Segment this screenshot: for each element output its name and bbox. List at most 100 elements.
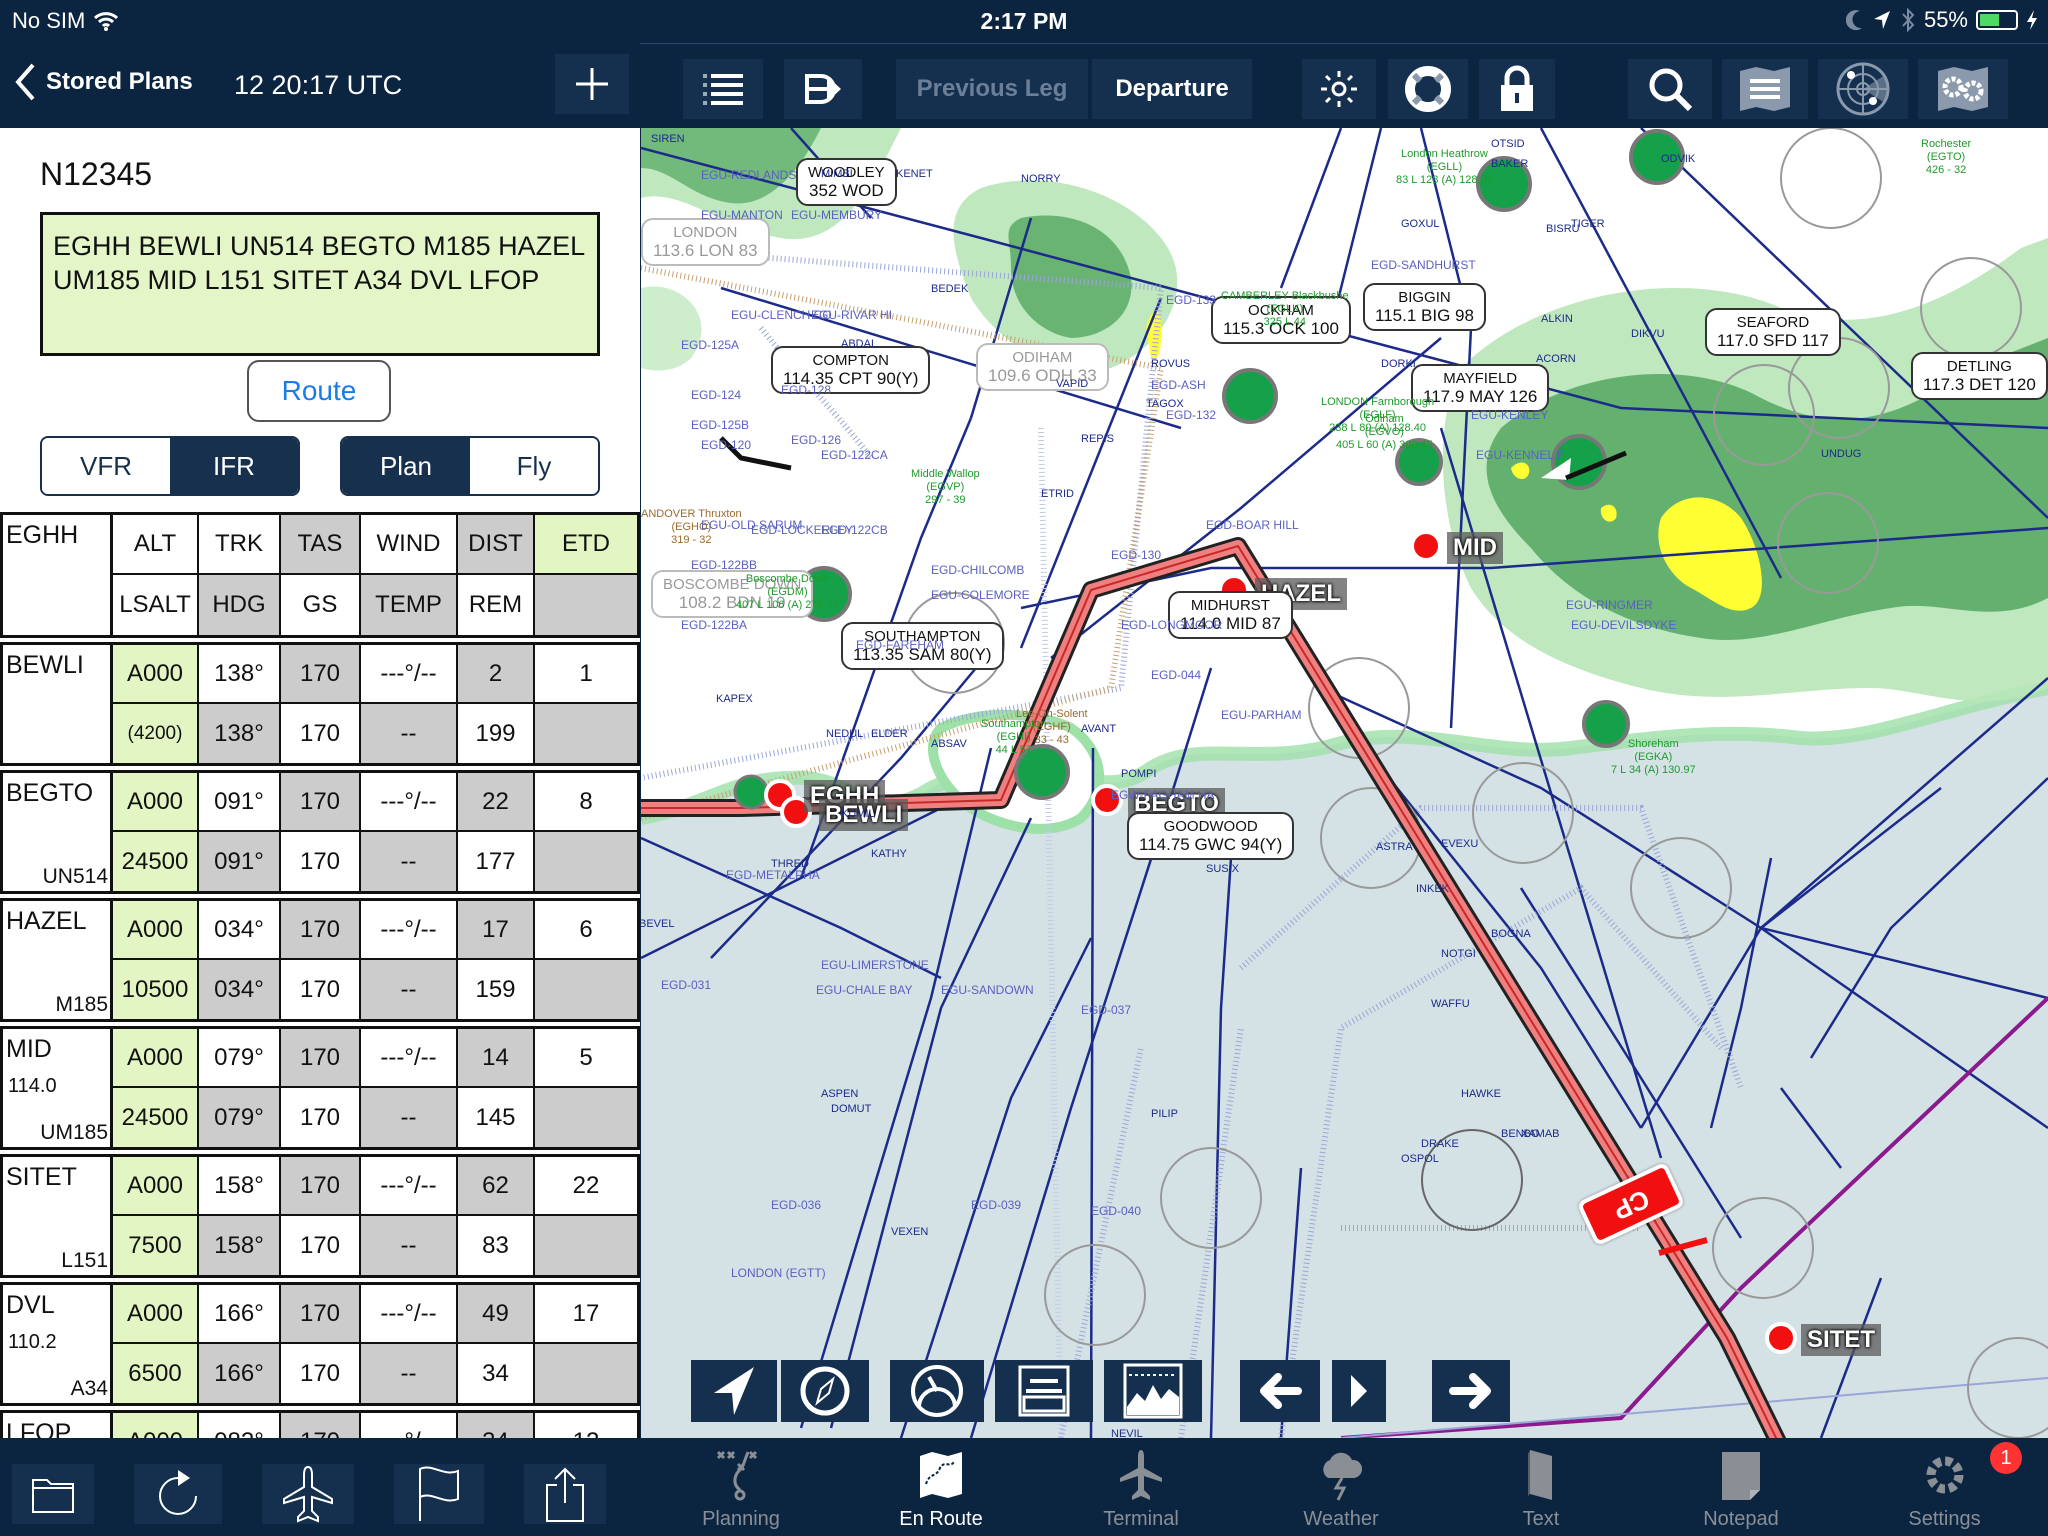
waypoint-cell[interactable]: DVL 110.2 A34	[3, 1285, 113, 1403]
navaid-label[interactable]: SEAFORD 117.0 SFD 117	[1705, 308, 1841, 356]
track-up-button[interactable]	[691, 1360, 777, 1422]
previous-leg-button[interactable]: Previous Leg	[896, 59, 1088, 119]
navaid-label[interactable]: WOODLEY 352 WOD	[796, 158, 897, 206]
enroute-chart-map[interactable]: EGHH BEWLI BEGTO HAZEL MID SITET CP SOUT…	[641, 128, 2048, 1438]
instrument-panel-button[interactable]	[995, 1360, 1093, 1422]
compass-button[interactable]	[781, 1360, 869, 1422]
flag-button[interactable]	[394, 1464, 484, 1524]
nav-log-row[interactable]: SITET L151 A000 158° 170 ---°/-- 62 22 7500 158°…	[0, 1154, 640, 1278]
fix-label[interactable]: KATHY	[871, 848, 907, 860]
nav-log-row[interactable]: HAZEL M185 A000 034° 170 ---°/-- 17 6 10500 034°…	[0, 898, 640, 1022]
navaid-label[interactable]: ODIHAM 109.6 ODH 33	[976, 343, 1109, 391]
airport-label[interactable]: Middle Wallop (EGVP) 297 - 39	[911, 468, 980, 507]
next-button[interactable]	[1432, 1360, 1510, 1422]
stored-plans-back-button[interactable]: Stored Plans	[14, 62, 193, 102]
tab-weather[interactable]: Weather	[1241, 1438, 1441, 1536]
fix-label[interactable]: VAPID	[1056, 378, 1088, 390]
fix-label[interactable]: SIREN	[651, 133, 685, 145]
fix-label[interactable]: ASTRA	[1376, 841, 1413, 853]
airport-label[interactable]: Shoreham (EGKA) 7 L 34 (A) 130.97	[1611, 738, 1696, 777]
cell-lsalt[interactable]: 10500	[113, 960, 199, 1019]
waypoint-cell[interactable]: BEGTO UN514	[3, 773, 113, 891]
fix-label[interactable]: ROVUS	[1151, 358, 1190, 370]
route-string-field[interactable]: EGHH BEWLI UN514 BEGTO M185 HAZEL UM185 …	[40, 212, 600, 356]
route-button[interactable]: Route	[247, 360, 391, 422]
map-layers-button[interactable]	[1722, 59, 1808, 119]
fly-option[interactable]: Fly	[470, 438, 598, 494]
ifr-option[interactable]: IFR	[170, 438, 298, 494]
radar-button[interactable]	[1818, 59, 1908, 119]
fix-label[interactable]: PILIP	[1151, 1108, 1178, 1120]
fix-label[interactable]: BEDEK	[931, 283, 968, 295]
waypoint-cell[interactable]: HAZEL M185	[3, 901, 113, 1019]
nav-log-row[interactable]: LFOP A000082°170---°/--3412	[0, 1410, 640, 1438]
fix-label[interactable]: ODVIK	[1661, 153, 1695, 165]
fix-label[interactable]: VEXEN	[891, 1226, 928, 1238]
add-plan-button[interactable]	[555, 54, 629, 114]
nav-log-list-button[interactable]	[683, 59, 763, 119]
navaid-label[interactable]: GOODWOOD 114.75 GWC 94(Y)	[1127, 812, 1295, 860]
cell-alt[interactable]: A000	[113, 645, 199, 704]
fix-label[interactable]: GOXUL	[1401, 218, 1440, 230]
tab-notepad[interactable]: Notepad	[1641, 1438, 1841, 1536]
fix-label[interactable]: WAFFU	[1431, 998, 1470, 1010]
fix-label[interactable]: DOMUT	[831, 1103, 871, 1115]
fix-label[interactable]: ABDAL	[841, 338, 877, 350]
fix-label[interactable]: ASPEN	[821, 1088, 858, 1100]
airport-label[interactable]: CAMBERLEY Blackbushe (EGLK) 325 L 44	[1221, 290, 1349, 329]
fix-label[interactable]: NEDUL	[826, 728, 863, 740]
fix-label[interactable]: BAKER	[1491, 158, 1528, 170]
cell-lsalt[interactable]: (4200)	[113, 704, 199, 763]
fix-label[interactable]: DIKVU	[1631, 328, 1665, 340]
direct-to-button[interactable]	[784, 59, 862, 119]
fix-label[interactable]: POMPI	[1121, 768, 1156, 780]
tab-en-route[interactable]: En Route	[841, 1438, 1041, 1536]
tab-settings[interactable]: Settings 1	[1841, 1438, 2048, 1536]
plan-option[interactable]: Plan	[342, 438, 470, 494]
cell-lsalt[interactable]: 7500	[113, 1216, 199, 1275]
aircraft-button[interactable]	[262, 1464, 354, 1524]
navaid-label[interactable]: BIGGIN 115.1 BIG 98	[1363, 283, 1486, 331]
fix-label[interactable]: UNDUG	[1821, 448, 1861, 460]
fix-label[interactable]: OSPOL	[1401, 1153, 1439, 1165]
fix-label[interactable]: EVEXU	[1441, 838, 1478, 850]
previous-button[interactable]	[1240, 1360, 1320, 1422]
brightness-button[interactable]	[1302, 59, 1376, 119]
fix-label[interactable]: KENET	[896, 168, 933, 180]
fix-label[interactable]: ALKIN	[1541, 313, 1573, 325]
fix-label[interactable]: REPIS	[1081, 433, 1114, 445]
folder-button[interactable]	[12, 1464, 94, 1524]
navaid-label[interactable]: LONDON 113.6 LON 83	[641, 218, 770, 266]
map-settings-button[interactable]	[1918, 59, 2008, 119]
vfr-option[interactable]: VFR	[42, 438, 170, 494]
cell-alt[interactable]: A000	[113, 1157, 199, 1216]
fix-label[interactable]: NOTGI	[1441, 948, 1476, 960]
fix-label[interactable]: OTSID	[1491, 138, 1525, 150]
fix-label[interactable]: KUMIL	[841, 808, 875, 820]
instrument-gauge-button[interactable]	[890, 1360, 984, 1422]
emergency-button[interactable]	[1388, 59, 1468, 119]
airport-label[interactable]: Rochester (EGTO) 426 - 32	[1921, 138, 1971, 177]
fix-label[interactable]: MIMBI	[821, 168, 853, 180]
search-button[interactable]	[1628, 59, 1712, 119]
tab-planning[interactable]: Planning	[641, 1438, 841, 1536]
waypoint-cell[interactable]: LFOP	[3, 1413, 113, 1438]
nav-log-row[interactable]: BEGTO UN514 A000 091° 170 ---°/-- 22 8 24500 091…	[0, 770, 640, 894]
fix-label[interactable]: NEVIL	[1111, 1428, 1143, 1438]
lock-button[interactable]	[1479, 59, 1555, 119]
departure-button[interactable]: Departure	[1092, 59, 1252, 119]
fix-label[interactable]: INKEK	[1416, 883, 1449, 895]
cell-alt[interactable]: A000	[113, 901, 199, 960]
play-button[interactable]	[1332, 1360, 1386, 1422]
airport-label[interactable]: Boscombe Down (EGDM) 407 L 106 (A) 275.72	[736, 573, 839, 612]
waypoint-cell[interactable]: SITET L151	[3, 1157, 113, 1275]
fix-label[interactable]: ELDER	[871, 728, 908, 740]
tab-terminal[interactable]: Terminal	[1041, 1438, 1241, 1536]
fix-label[interactable]: HAWKE	[1461, 1088, 1501, 1100]
fix-label[interactable]: KAPEX	[716, 693, 753, 705]
nav-log-row[interactable]: BEWLI A000 138° 170 ---°/-- 2 1 (4200) 138° 170-…	[0, 642, 640, 766]
airport-label[interactable]: Lee-On-Solent (EGHF) 33 - 43	[1016, 708, 1088, 747]
waypoint-cell[interactable]: MID 114.0 UM185	[3, 1029, 113, 1147]
fix-label[interactable]: TIGER	[1571, 218, 1605, 230]
tab-text[interactable]: Text	[1441, 1438, 1641, 1536]
